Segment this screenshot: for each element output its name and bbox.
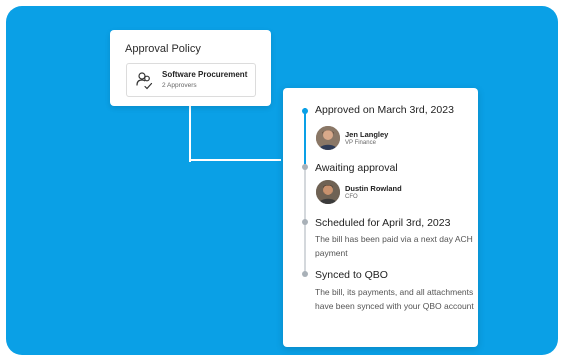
timeline-step-description: The bill has been paid via a next day AC… <box>315 234 473 258</box>
connector-line <box>189 105 191 162</box>
timeline-step-title: Awaiting approval <box>315 162 398 174</box>
timeline-dot <box>302 164 308 170</box>
timeline-progress-line <box>304 108 306 164</box>
timeline-dot-active <box>302 108 308 114</box>
approver-role: CFO <box>345 194 358 200</box>
connector-line <box>189 159 281 161</box>
approval-policy-card: Approval Policy Software Procurement 2 A… <box>110 30 271 106</box>
approvers-icon <box>135 70 155 90</box>
timeline-step-description: The bill, its payments, and all attachme… <box>315 287 474 311</box>
approver-role: VP Finance <box>345 140 376 146</box>
background-canvas: Approval Policy Software Procurement 2 A… <box>6 6 558 355</box>
policy-name: Software Procurement <box>162 70 248 79</box>
approval-timeline-card: Approved on March 3rd, 2023 Jen Langley … <box>283 88 478 347</box>
approver-name: Dustin Rowland <box>345 184 402 193</box>
policy-item[interactable]: Software Procurement 2 Approvers <box>126 63 256 97</box>
approver-name: Jen Langley <box>345 130 389 139</box>
timeline-dot <box>302 219 308 225</box>
timeline-step-title: Approved on March 3rd, 2023 <box>315 104 454 116</box>
policy-approver-count: 2 Approvers <box>162 82 197 89</box>
approval-policy-title: Approval Policy <box>125 43 201 55</box>
timeline-step-title: Synced to QBO <box>315 269 388 281</box>
timeline-dot <box>302 271 308 277</box>
avatar <box>316 180 340 204</box>
timeline-step-title: Scheduled for April 3rd, 2023 <box>315 217 451 229</box>
avatar <box>316 126 340 150</box>
